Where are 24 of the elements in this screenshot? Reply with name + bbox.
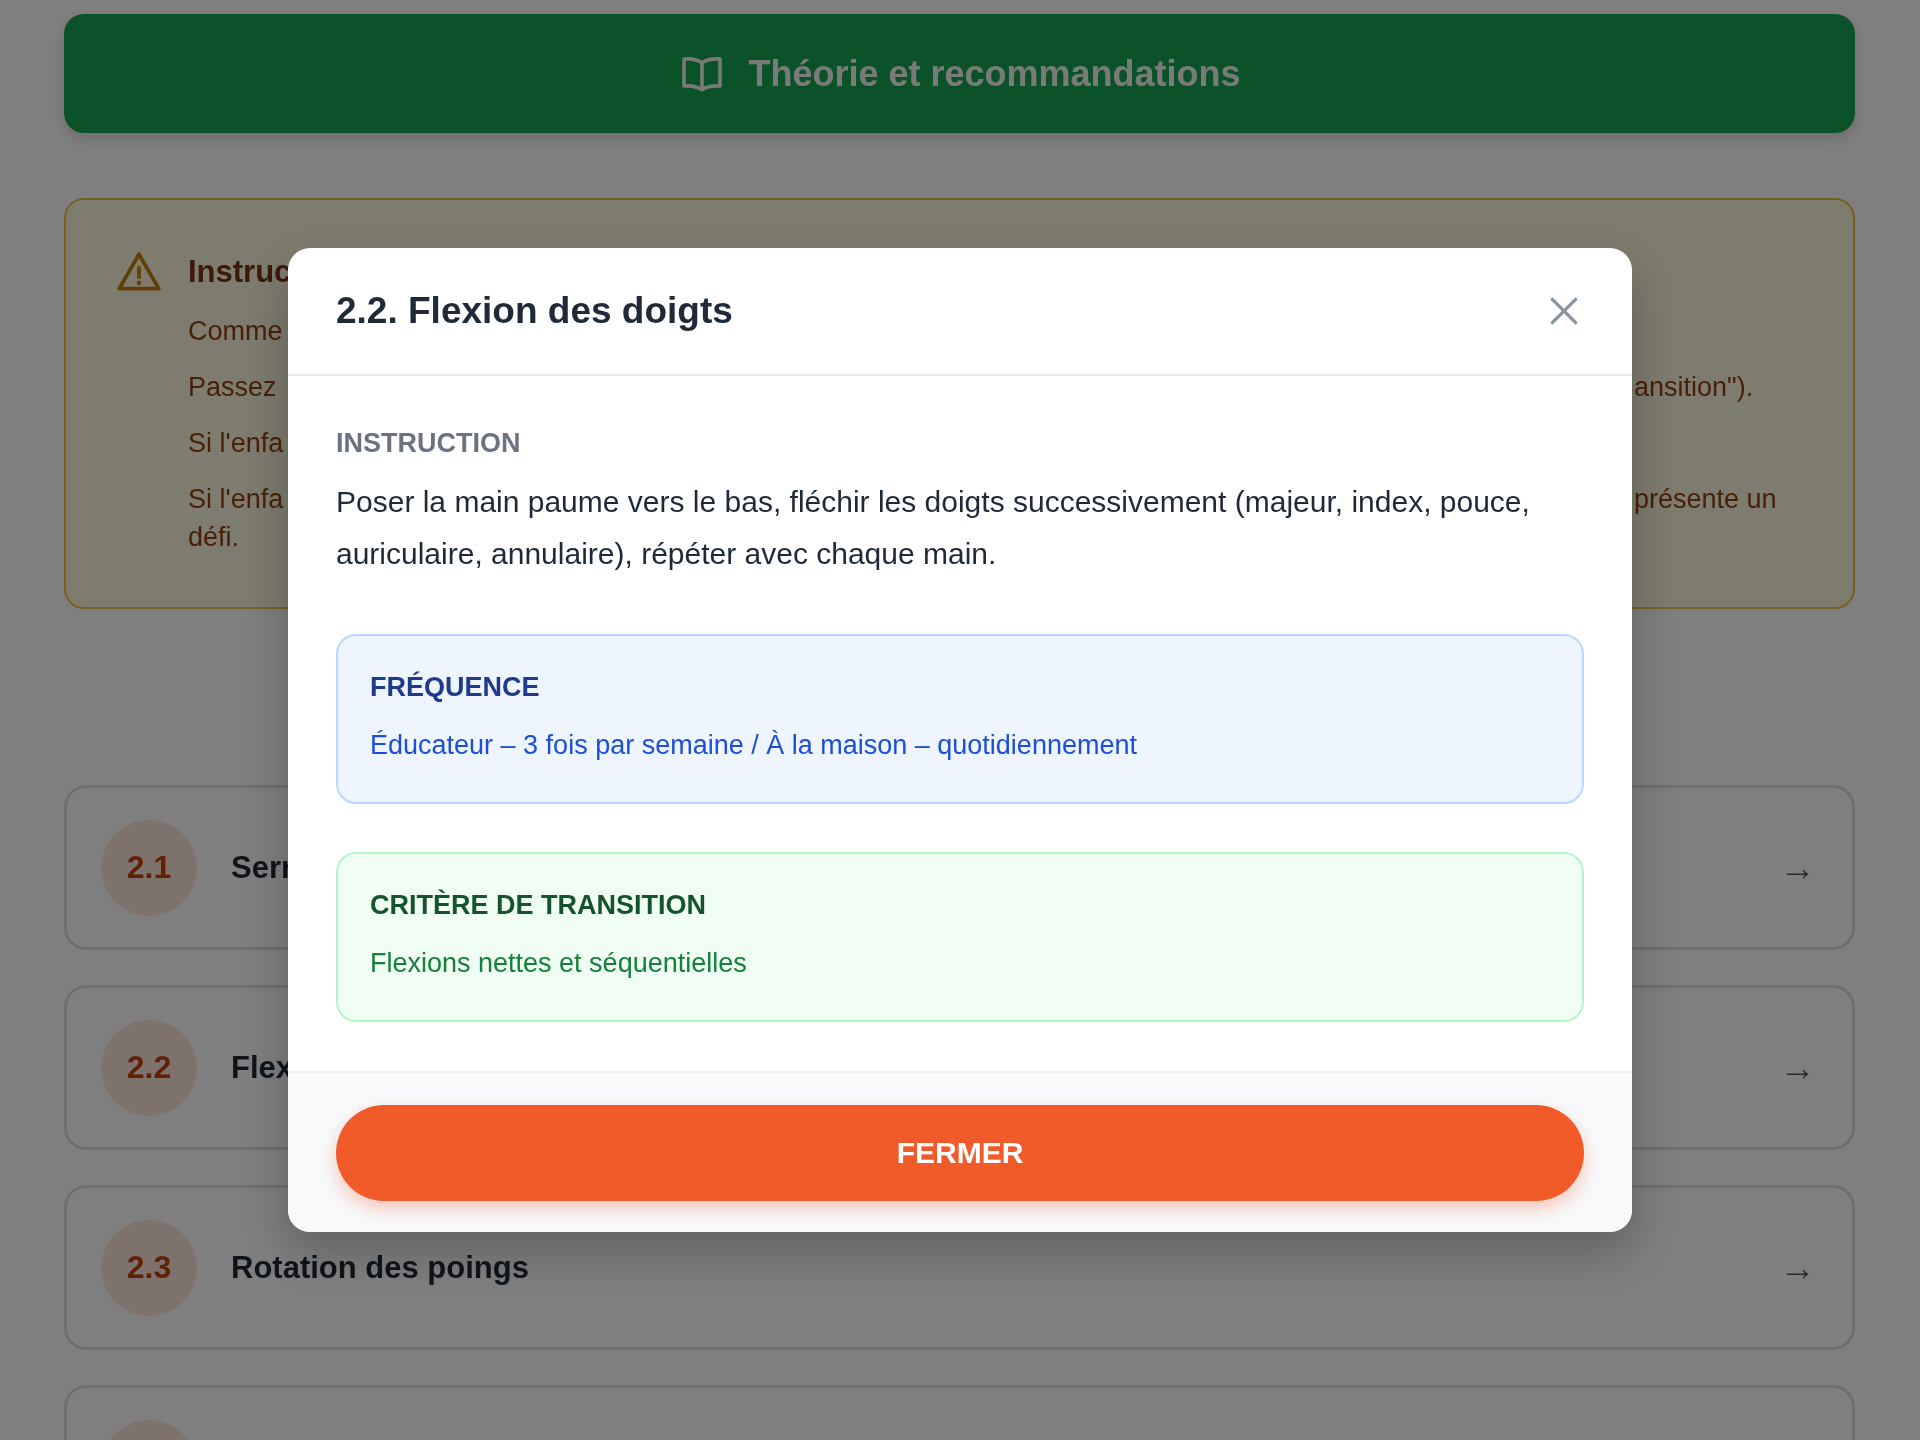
modal-title: 2.2. Flexion des doigts <box>336 290 733 332</box>
instruction-text: Poser la main paume vers le bas, fléchir les doigts successivement (majeur, index, pouce, auriculaire, annulaire), répéter avec chaque main. <box>336 484 1531 572</box>
close-button[interactable]: FERMER <box>336 1105 1584 1201</box>
instruction-text: Si l'enfa <box>188 483 284 516</box>
instruction-text: ansition"). <box>1634 371 1754 404</box>
instruction-text: Passez <box>188 371 277 404</box>
card-label: FRÉQUENCE <box>370 670 541 704</box>
arrow-icon: → <box>1780 846 1816 889</box>
instruction-text: présente un <box>1634 483 1777 516</box>
card-text: Éducateur – 3 fois par semaine / À la maison – quotidiennement <box>370 729 1138 762</box>
exercise-title: Rotation des poings <box>231 1249 529 1286</box>
instruction-text: défi. <box>188 521 240 554</box>
instruction-text: Comme <box>188 315 283 348</box>
section-label: INSTRUCTION <box>336 427 522 460</box>
theory-button[interactable]: Théorie et recommandations <box>64 14 1855 133</box>
arrow-icon: → <box>1780 1046 1816 1089</box>
number-badge: 2.2 <box>101 1019 197 1116</box>
arrow-icon: → <box>1780 1246 1816 1289</box>
instruction-text: Si l'enfa <box>188 427 284 460</box>
card-text: Flexions nettes et séquentielles <box>370 947 748 980</box>
number-badge: 2.3 <box>101 1219 197 1316</box>
exercise-title: Serr <box>231 849 294 886</box>
card-label: CRITÈRE DE TRANSITION <box>370 888 707 922</box>
number-badge: 2.1 <box>101 819 197 916</box>
